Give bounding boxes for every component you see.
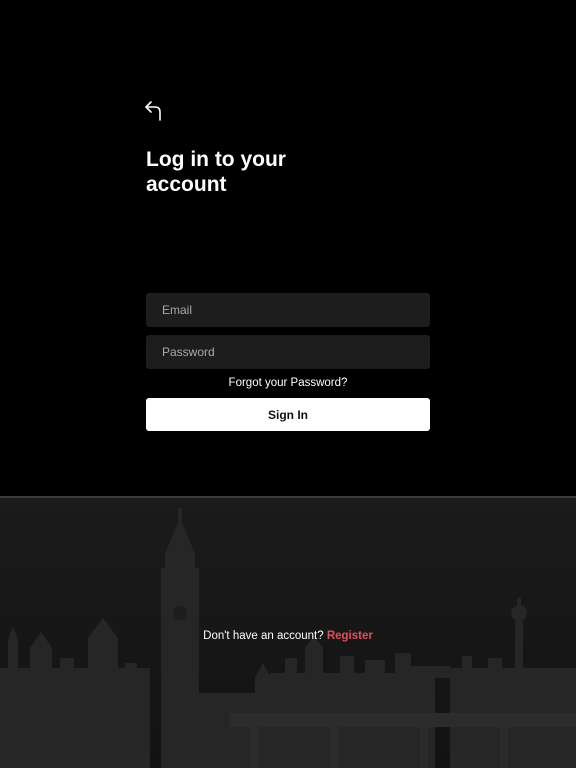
back-button[interactable] — [143, 99, 165, 123]
page-title: Log in to your account — [146, 148, 286, 196]
sign-in-button[interactable]: Sign In — [146, 398, 430, 431]
register-prompt: Don't have an account? Register — [0, 629, 576, 643]
register-link[interactable]: Register — [327, 630, 373, 642]
register-prompt-text: Don't have an account? — [203, 630, 324, 642]
back-arrow-icon — [145, 101, 161, 121]
login-screen: Log in to your account Forgot your Passw… — [0, 0, 576, 768]
footer-panel: Don't have an account? Register — [0, 496, 576, 768]
password-field[interactable] — [146, 335, 430, 369]
email-field[interactable] — [146, 293, 430, 327]
forgot-password-link[interactable]: Forgot your Password? — [146, 376, 430, 390]
